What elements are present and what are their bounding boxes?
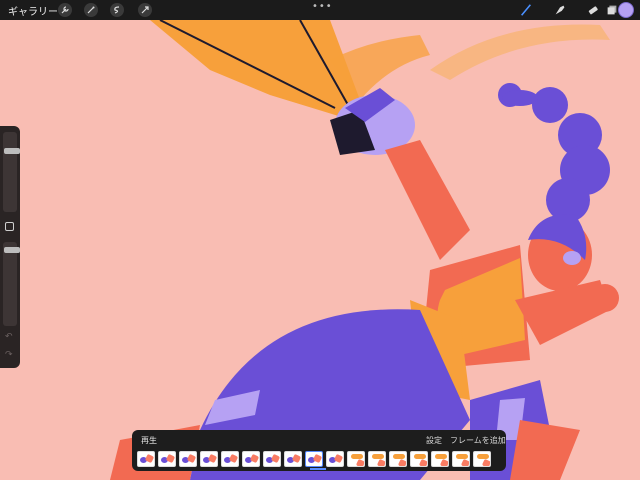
timeline-frame[interactable] bbox=[410, 451, 428, 467]
more-options-icon[interactable]: ••• bbox=[312, 1, 333, 12]
transform-arrow-icon[interactable] bbox=[138, 3, 152, 17]
artwork-canvas[interactable] bbox=[0, 0, 640, 480]
timeline-frame[interactable] bbox=[200, 451, 218, 467]
timeline-frame[interactable] bbox=[368, 451, 386, 467]
modify-button[interactable] bbox=[5, 222, 14, 231]
settings-button[interactable]: 設定 bbox=[426, 435, 442, 446]
selection-icon[interactable] bbox=[110, 3, 124, 17]
redo-icon[interactable]: ↷ bbox=[5, 350, 13, 360]
timeline-frame[interactable] bbox=[452, 451, 470, 467]
timeline-frame[interactable] bbox=[326, 451, 344, 467]
wrench-icon[interactable] bbox=[58, 3, 72, 17]
brush-icon[interactable] bbox=[518, 2, 534, 18]
opacity-slider[interactable] bbox=[3, 242, 20, 326]
timeline-frame[interactable] bbox=[305, 451, 323, 467]
timeline-frame[interactable] bbox=[347, 451, 365, 467]
timeline-frame[interactable] bbox=[263, 451, 281, 467]
timeline-frame[interactable] bbox=[179, 451, 197, 467]
timeline-frame[interactable] bbox=[431, 451, 449, 467]
animation-timeline: 再生 設定 フレームを追加 bbox=[132, 430, 506, 471]
left-sidebar: ↶ ↷ bbox=[0, 126, 20, 368]
opacity-thumb[interactable] bbox=[4, 247, 20, 253]
timeline-frame[interactable] bbox=[284, 451, 302, 467]
play-button[interactable]: 再生 bbox=[141, 435, 157, 446]
timeline-frame[interactable] bbox=[137, 451, 155, 467]
timeline-frame[interactable] bbox=[242, 451, 260, 467]
timeline-frame[interactable] bbox=[221, 451, 239, 467]
smudge-icon[interactable] bbox=[552, 2, 568, 18]
brush-size-slider[interactable] bbox=[3, 132, 20, 212]
eraser-icon[interactable] bbox=[585, 2, 601, 18]
brush-size-thumb[interactable] bbox=[4, 148, 20, 154]
magic-wand-icon[interactable] bbox=[84, 3, 98, 17]
timeline-frame[interactable] bbox=[473, 451, 491, 467]
frame-strip bbox=[137, 451, 491, 467]
timeline-frame[interactable] bbox=[158, 451, 176, 467]
onion-skin-marker bbox=[310, 468, 326, 470]
color-picker-button[interactable] bbox=[618, 2, 634, 18]
add-frame-button[interactable]: フレームを追加 bbox=[450, 435, 506, 446]
top-toolbar: ギャラリー ••• bbox=[0, 0, 640, 20]
gallery-button[interactable]: ギャラリー bbox=[8, 3, 58, 18]
timeline-frame[interactable] bbox=[389, 451, 407, 467]
undo-icon[interactable]: ↶ bbox=[5, 332, 13, 342]
